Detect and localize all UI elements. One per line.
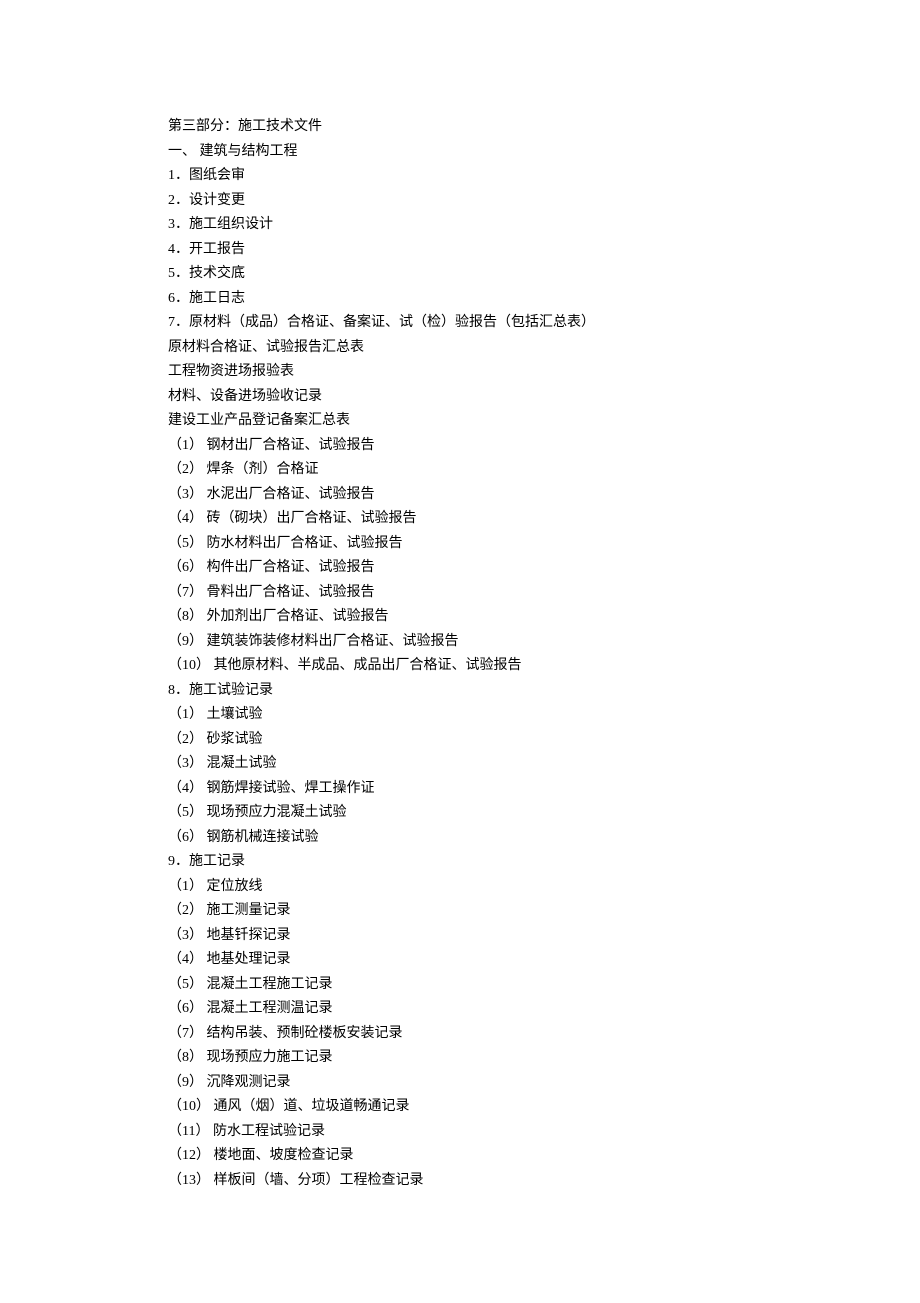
sub-list-item: （3） 地基钎探记录 <box>168 924 920 949</box>
sub-list-item: （5） 混凝土工程施工记录 <box>168 973 920 998</box>
sub-list-item: （5） 现场预应力混凝土试验 <box>168 801 920 826</box>
sub-list-item: （9） 沉降观测记录 <box>168 1071 920 1096</box>
list-item: 5．技术交底 <box>168 262 920 287</box>
sub-list-item: （4） 地基处理记录 <box>168 948 920 973</box>
sub-list-item: （1） 钢材出厂合格证、试验报告 <box>168 434 920 459</box>
sub-list-item: （9） 建筑装饰装修材料出厂合格证、试验报告 <box>168 630 920 655</box>
sub-text: 原材料合格证、试验报告汇总表 <box>168 336 920 361</box>
sub-list-item: （6） 钢筋机械连接试验 <box>168 826 920 851</box>
sub-list-item: （4） 砖（砌块）出厂合格证、试验报告 <box>168 507 920 532</box>
list-item: 6．施工日志 <box>168 287 920 312</box>
list-item: 3．施工组织设计 <box>168 213 920 238</box>
list-item: 2．设计变更 <box>168 189 920 214</box>
list-item: 7．原材料（成品）合格证、备案证、试（检）验报告（包括汇总表） <box>168 311 920 336</box>
sub-list-item: （13） 样板间（墙、分项）工程检查记录 <box>168 1169 920 1194</box>
list-item: 9．施工记录 <box>168 850 920 875</box>
sub-text: 材料、设备进场验收记录 <box>168 385 920 410</box>
list-item: 8．施工试验记录 <box>168 679 920 704</box>
list-item: 1．图纸会审 <box>168 164 920 189</box>
sub-list-item: （4） 钢筋焊接试验、焊工操作证 <box>168 777 920 802</box>
sub-list-item: （6） 构件出厂合格证、试验报告 <box>168 556 920 581</box>
sub-list-item: （2） 砂浆试验 <box>168 728 920 753</box>
sub-list-item: （11） 防水工程试验记录 <box>168 1120 920 1145</box>
sub-text: 工程物资进场报验表 <box>168 360 920 385</box>
sub-list-item: （7） 结构吊装、预制砼楼板安装记录 <box>168 1022 920 1047</box>
sub-list-item: （1） 土壤试验 <box>168 703 920 728</box>
sub-list-item: （5） 防水材料出厂合格证、试验报告 <box>168 532 920 557</box>
sub-text: 建设工业产品登记备案汇总表 <box>168 409 920 434</box>
sub-list-item: （8） 现场预应力施工记录 <box>168 1046 920 1071</box>
sub-list-item: （10） 其他原材料、半成品、成品出厂合格证、试验报告 <box>168 654 920 679</box>
sub-list-item: （12） 楼地面、坡度检查记录 <box>168 1144 920 1169</box>
sub-list-item: （7） 骨料出厂合格证、试验报告 <box>168 581 920 606</box>
sub-list-item: （3） 混凝土试验 <box>168 752 920 777</box>
document-title: 第三部分：施工技术文件 <box>168 115 920 140</box>
sub-list-item: （8） 外加剂出厂合格证、试验报告 <box>168 605 920 630</box>
list-item: 4．开工报告 <box>168 238 920 263</box>
section-heading: 一、 建筑与结构工程 <box>168 140 920 165</box>
sub-list-item: （2） 施工测量记录 <box>168 899 920 924</box>
sub-list-item: （3） 水泥出厂合格证、试验报告 <box>168 483 920 508</box>
sub-list-item: （10） 通风（烟）道、垃圾道畅通记录 <box>168 1095 920 1120</box>
sub-list-item: （1） 定位放线 <box>168 875 920 900</box>
sub-list-item: （6） 混凝土工程测温记录 <box>168 997 920 1022</box>
sub-list-item: （2） 焊条（剂）合格证 <box>168 458 920 483</box>
